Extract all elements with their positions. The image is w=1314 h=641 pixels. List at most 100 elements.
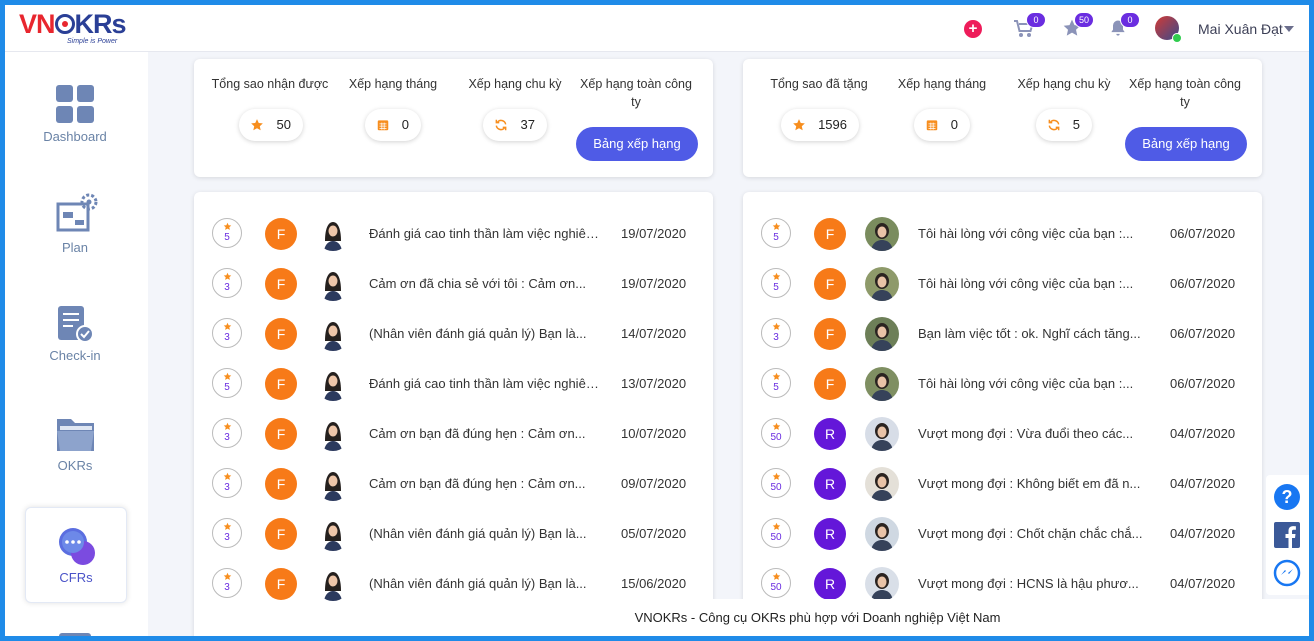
star-icon[interactable]: 50 <box>1062 12 1094 40</box>
cfr-list-item[interactable]: 50 R Vượt mong đợi : Không biết em đã n...… <box>743 466 1262 516</box>
cfr-message[interactable]: Vượt mong đợi : Chốt chặn chắc chắ... <box>918 526 1150 541</box>
cfr-message[interactable]: Tôi hài lòng với công việc của bạn :... <box>918 376 1150 391</box>
logo-okrs: KRs <box>74 9 127 39</box>
sender-avatar[interactable] <box>865 467 899 501</box>
refresh-cycle-icon <box>495 119 507 131</box>
sender-avatar[interactable] <box>316 267 350 301</box>
svg-text:?: ? <box>1282 487 1293 507</box>
logo-tagline: Simple is Power <box>67 38 118 45</box>
sidebar-item-cfrs[interactable]: CFRs <box>25 507 127 603</box>
cfr-message[interactable]: (Nhân viên đánh giá quản lý) Bạn là... <box>369 576 601 591</box>
vnokrs-logo[interactable]: VN KRs Simple is Power <box>19 9 149 46</box>
star-icon <box>772 422 781 430</box>
star-count-badge: 50 <box>761 468 791 498</box>
facebook-icon[interactable] <box>1273 521 1301 549</box>
cfr-message[interactable]: Cảm ơn đã chia sẻ với tôi : Cảm ơn... <box>369 276 601 291</box>
cfr-list-item[interactable]: 5 F Đánh giá cao tinh thần làm việc nghiêm… <box>194 366 713 416</box>
cfr-message[interactable]: Vượt mong đợi : Không biết em đã n... <box>918 476 1150 491</box>
cfr-message[interactable]: Tôi hài lòng với công việc của bạn :... <box>918 276 1150 291</box>
cycle-rank-value: 5 <box>1072 117 1080 132</box>
cycle-rank-title: Xếp hạng chu kỳ <box>1017 77 1111 91</box>
cfr-message[interactable]: Cảm ơn bạn đã đúng hẹn : Cảm ơn... <box>369 426 601 441</box>
star-icon <box>223 422 232 430</box>
user-name[interactable]: Mai Xuân Đạt <box>1198 21 1283 37</box>
cfr-message[interactable]: Vượt mong đợi : HCNS là hậu phươ... <box>918 576 1150 591</box>
cfr-type-badge: R <box>814 568 846 600</box>
sidebar-item-plan[interactable]: Plan <box>25 182 125 276</box>
cfr-message[interactable]: Cảm ơn bạn đã đúng hẹn : Cảm ơn... <box>369 476 601 491</box>
sender-avatar[interactable] <box>865 367 899 401</box>
sidebar-item-dashboard[interactable]: Dashboard <box>25 72 125 166</box>
sender-avatar[interactable] <box>316 567 350 601</box>
sender-avatar[interactable] <box>865 517 899 551</box>
star-count-badge: 50 <box>761 418 791 448</box>
sender-avatar[interactable] <box>865 317 899 351</box>
okrs-folder-icon <box>55 413 95 453</box>
messenger-icon[interactable] <box>1273 559 1301 587</box>
cfr-date: 06/07/2020 <box>1170 376 1236 391</box>
cfr-list-item[interactable]: 50 R Vượt mong đợi : Chốt chặn chắc chắ...… <box>743 516 1262 566</box>
sender-avatar[interactable] <box>316 317 350 351</box>
cfr-message[interactable]: Vượt mong đợi : Vừa đuổi theo các... <box>918 426 1150 441</box>
sender-avatar[interactable] <box>316 217 350 251</box>
leaderboard-button[interactable]: Bảng xếp hạng <box>576 127 698 161</box>
cfr-type-badge: F <box>814 218 846 250</box>
cfr-message[interactable]: (Nhân viên đánh giá quản lý) Bạn là... <box>369 326 601 341</box>
cfr-list-item[interactable]: 50 R Vượt mong đợi : Vừa đuổi theo các... 0… <box>743 416 1262 466</box>
sender-avatar[interactable] <box>865 567 899 601</box>
cfr-list-item[interactable]: 3 F Cảm ơn bạn đã đúng hẹn : Cảm ơn... 09/0… <box>194 466 713 516</box>
cfr-list-item[interactable]: 3 F Cảm ơn đã chia sẻ với tôi : Cảm ơn... 1… <box>194 266 713 316</box>
cfr-message[interactable]: Bạn làm việc tốt : ok. Nghĩ cách tăng... <box>918 326 1150 341</box>
cfr-message[interactable]: (Nhân viên đánh giá quản lý) Bạn là... <box>369 526 601 541</box>
sender-avatar[interactable] <box>865 417 899 451</box>
cfr-type-badge: F <box>265 318 297 350</box>
cfr-date: 19/07/2020 <box>621 226 687 241</box>
cfr-list-item[interactable]: 5 F Tôi hài lòng với công việc của bạn :..… <box>743 366 1262 416</box>
star-icon <box>772 372 781 380</box>
cfr-type-badge: F <box>265 468 297 500</box>
help-question-icon[interactable]: ? <box>1273 483 1301 511</box>
user-avatar[interactable] <box>1155 16 1182 43</box>
chevron-down-icon[interactable] <box>1284 26 1294 32</box>
cfr-list-item[interactable]: 5 F Tôi hài lòng với công việc của bạn :..… <box>743 216 1262 266</box>
sender-avatar[interactable] <box>865 267 899 301</box>
cycle-rank-pill: 5 <box>1036 109 1092 141</box>
cfr-list-item[interactable]: 5 F Đánh giá cao tinh thần làm việc nghiêm… <box>194 216 713 266</box>
sender-avatar[interactable] <box>316 517 350 551</box>
cycle-rank-pill: 37 <box>483 109 547 141</box>
cfr-message[interactable]: Đánh giá cao tinh thần làm việc nghiêm t… <box>369 226 601 241</box>
sidebar-item-check-in[interactable]: Check-in <box>25 290 125 384</box>
cfr-message[interactable]: Đánh giá cao tinh thần làm việc nghiêm t… <box>369 376 601 391</box>
cfr-message[interactable]: Tôi hài lòng với công việc của bạn :... <box>918 226 1150 241</box>
star-count-badge: 50 <box>761 568 791 598</box>
given-cfr-list: 5 F Tôi hài lòng với công việc của bạn :..… <box>743 192 1262 636</box>
sender-avatar[interactable] <box>865 217 899 251</box>
star-count: 5 <box>224 382 230 393</box>
cfr-date: 14/07/2020 <box>621 326 687 341</box>
month-rank-pill: 0 <box>365 109 421 141</box>
cfr-list-item[interactable]: 3 F (Nhân viên đánh giá quản lý) Bạn là...… <box>194 316 713 366</box>
cycle-rank-title: Xếp hạng chu kỳ <box>468 77 562 91</box>
bell-icon[interactable]: 0 <box>1108 12 1140 40</box>
cfr-type-badge: F <box>814 268 846 300</box>
cfr-list-item[interactable]: 3 F Bạn làm việc tốt : ok. Nghĩ cách tăng.… <box>743 316 1262 366</box>
cfr-list-item[interactable]: 3 F (Nhân viên đánh giá quản lý) Bạn là...… <box>194 516 713 566</box>
cart-icon[interactable]: 0 <box>1013 12 1046 40</box>
cfr-date: 10/07/2020 <box>621 426 687 441</box>
star-count: 3 <box>224 332 230 343</box>
add-plus-icon[interactable]: + <box>964 20 982 38</box>
cfr-list-item[interactable]: 5 F Tôi hài lòng với công việc của bạn :..… <box>743 266 1262 316</box>
sidebar-item-more[interactable] <box>25 625 125 636</box>
leaderboard-button[interactable]: Bảng xếp hạng <box>1125 127 1247 161</box>
social-links: ? <box>1266 475 1309 595</box>
more-item-icon <box>55 629 95 636</box>
sender-avatar[interactable] <box>316 417 350 451</box>
star-count-badge: 50 <box>761 518 791 548</box>
sender-avatar[interactable] <box>316 367 350 401</box>
cfr-list-item[interactable]: 3 F Cảm ơn bạn đã đúng hẹn : Cảm ơn... 10/0… <box>194 416 713 466</box>
cfr-date: 09/07/2020 <box>621 476 687 491</box>
cfr-date: 15/06/2020 <box>621 576 687 591</box>
star-count: 3 <box>224 282 230 293</box>
sender-avatar[interactable] <box>316 467 350 501</box>
sidebar-item-okrs[interactable]: OKRs <box>25 400 125 494</box>
